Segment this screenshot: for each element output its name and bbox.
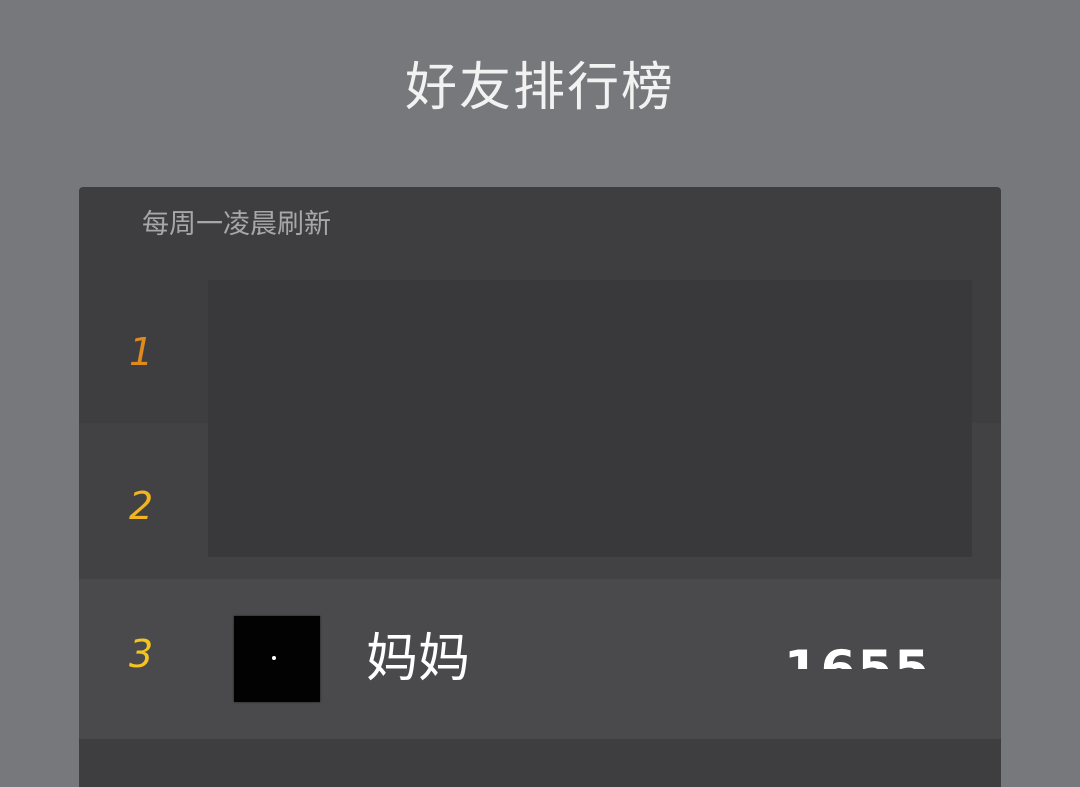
avatar-dot: [272, 656, 276, 660]
rank-number-3: 3: [129, 632, 154, 676]
redacted-entries-block: [208, 280, 972, 557]
refresh-note: 每周一凌晨刷新: [142, 209, 331, 240]
leaderboard-panel: 每周一凌晨刷新 1 2 3 妈妈 1655: [79, 187, 1001, 787]
rank-number-1: 1: [129, 330, 154, 374]
score-value: 1655: [784, 640, 932, 669]
page-title: 好友排行榜: [404, 58, 675, 118]
leaderboard-row-next: [79, 739, 1001, 787]
avatar[interactable]: [234, 616, 320, 702]
friend-name: 妈妈: [366, 629, 471, 689]
rank-number-2: 2: [129, 484, 154, 528]
score-clip: 1655: [784, 639, 944, 669]
leaderboard-row-3[interactable]: 3 妈妈 1655: [79, 579, 1001, 739]
